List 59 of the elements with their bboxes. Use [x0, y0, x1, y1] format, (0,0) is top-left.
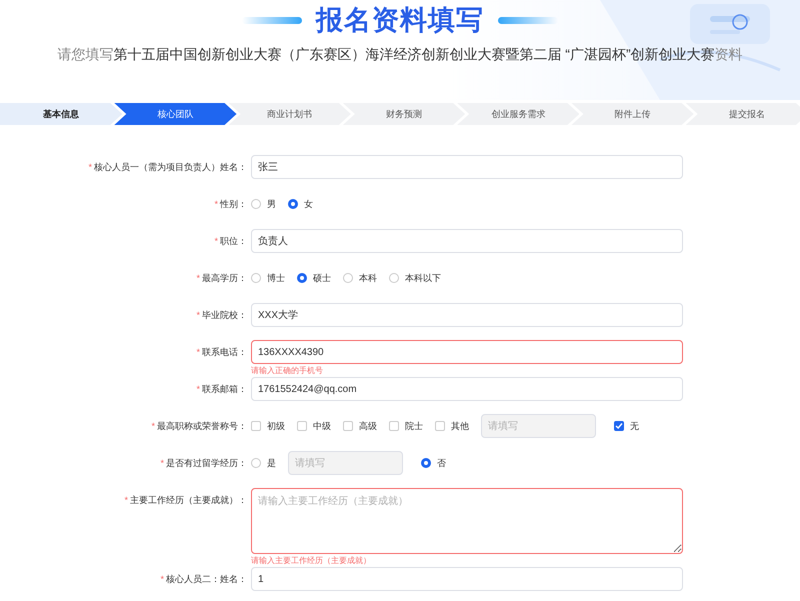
- option-label: 博士: [267, 272, 285, 284]
- text-field[interactable]: 负责人: [251, 229, 683, 253]
- radio-button[interactable]: [297, 273, 307, 283]
- option-label: 中级: [313, 420, 331, 432]
- field-label: 性别：: [220, 198, 247, 210]
- required-mark: *: [88, 162, 92, 172]
- step-tab[interactable]: 提交报名: [686, 103, 800, 125]
- field-label: 核心人员一（需为项目负责人）姓名：: [94, 160, 247, 174]
- option-label: 否: [437, 456, 446, 470]
- required-mark: *: [151, 421, 155, 431]
- option-label: 本科以下: [405, 272, 441, 284]
- step-tab[interactable]: 创业服务需求: [457, 103, 580, 125]
- field-label: 毕业院校：: [202, 308, 247, 322]
- check-icon: [615, 422, 623, 430]
- step-tab[interactable]: 附件上传: [571, 103, 694, 125]
- text-field[interactable]: 张三: [251, 155, 683, 179]
- option-label: 初级: [267, 420, 285, 432]
- page-title: 报名资料填写: [316, 4, 484, 37]
- required-mark: *: [214, 236, 218, 246]
- option-label: 其他: [451, 420, 469, 432]
- field-label: 职位：: [220, 234, 247, 248]
- required-mark: *: [196, 310, 200, 320]
- step-tab[interactable]: 基本信息: [0, 103, 122, 125]
- required-mark: *: [196, 384, 200, 394]
- step-tab[interactable]: 商业计划书: [228, 103, 351, 125]
- text-field[interactable]: 1761552424@qq.com: [251, 377, 683, 401]
- text-field[interactable]: 1: [251, 567, 683, 591]
- field-label: 最高学历：: [202, 272, 247, 284]
- option-label: 是: [267, 456, 276, 470]
- radio-button[interactable]: [288, 199, 298, 209]
- text-field[interactable]: XXX大学: [251, 303, 683, 327]
- error-message: 请输入主要工作经历（主要成就）: [251, 555, 372, 567]
- field-label: 是否有过留学经历：: [166, 456, 247, 470]
- option-label: 硕士: [313, 272, 331, 284]
- option-label: 院士: [405, 420, 423, 432]
- step-tab[interactable]: 财务预测: [342, 103, 466, 125]
- option-label: 本科: [359, 272, 377, 284]
- required-mark: *: [124, 495, 128, 505]
- required-mark: *: [214, 199, 218, 209]
- text-field[interactable]: 136XXXX4390: [251, 340, 683, 364]
- textarea-field[interactable]: 请输入主要工作经历（主要成就）: [251, 488, 683, 554]
- required-mark: *: [160, 574, 164, 584]
- required-mark: *: [196, 347, 200, 357]
- error-message: 请输入正确的手机号: [251, 365, 324, 377]
- radio-button[interactable]: [421, 458, 431, 468]
- field-label: 最高职称或荣誉称号：: [157, 420, 247, 432]
- field-label: 联系电话：: [202, 346, 247, 358]
- checkbox[interactable]: [614, 421, 624, 431]
- option-label: 高级: [359, 420, 377, 432]
- required-mark: *: [160, 458, 164, 468]
- subtitle: 请您填写第十五届中国创新创业大赛（广东赛区）海洋经济创新创业大赛暨第二届 “广湛园杯”创新创业大赛资料: [57, 46, 743, 64]
- option-label: 无: [630, 420, 639, 432]
- option-label: 女: [304, 198, 313, 210]
- step-tab[interactable]: 核心团队: [114, 103, 237, 125]
- field-label: 核心人员二：姓名：: [166, 572, 247, 586]
- option-label: 男: [267, 198, 276, 210]
- field-label: 联系邮箱：: [202, 382, 247, 396]
- required-mark: *: [196, 273, 200, 283]
- field-label: 主要工作经历（主要成就）：: [130, 494, 247, 506]
